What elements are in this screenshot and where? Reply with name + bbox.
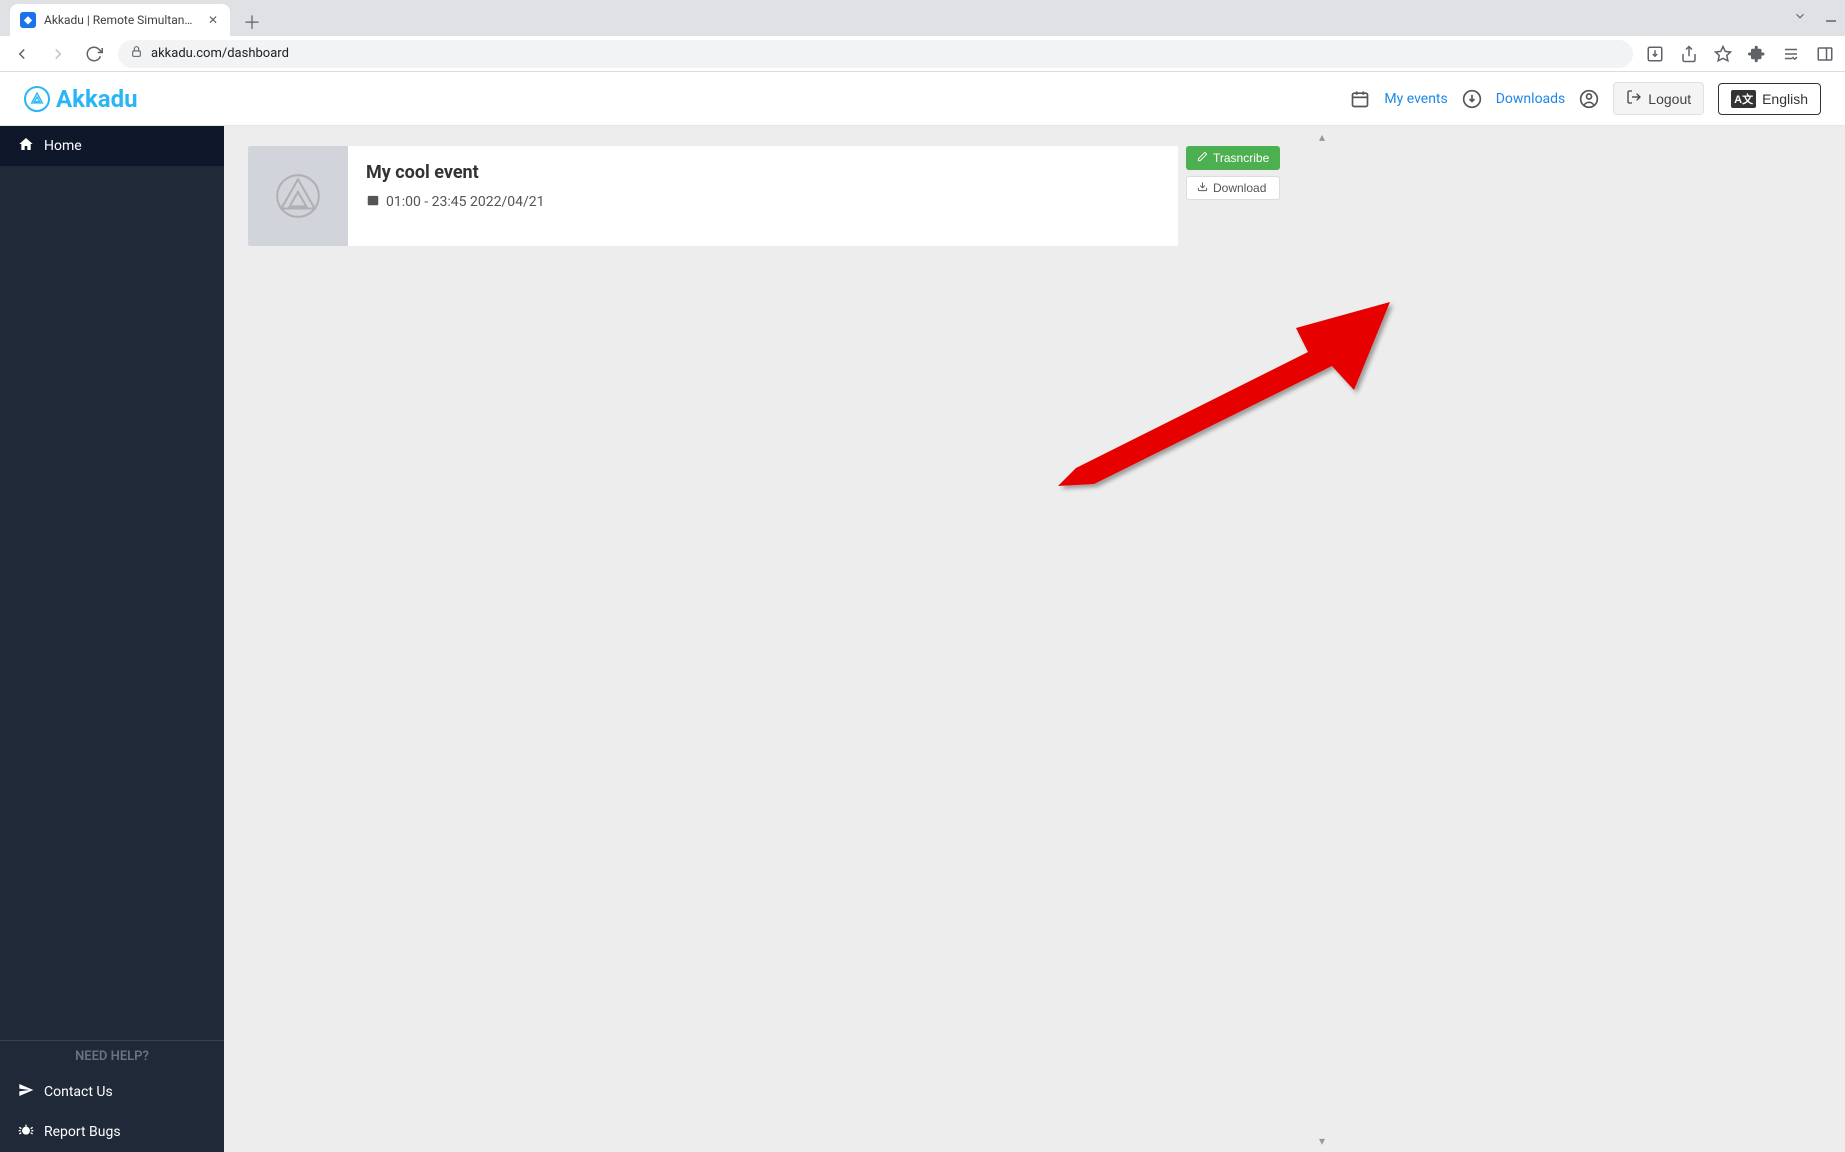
event-actions: Trasncribe Download (1186, 146, 1280, 200)
extensions-icon[interactable] (1747, 44, 1767, 64)
browser-toolbar: akkadu.com/dashboard (0, 36, 1845, 72)
my-events-label: My events (1384, 91, 1447, 107)
event-info: My cool event 01:00 - 23:45 2022/04/21 (348, 146, 563, 246)
event-time-text: 01:00 - 23:45 2022/04/21 (386, 194, 545, 210)
share-icon[interactable] (1679, 44, 1699, 64)
need-help-label: NEED HELP? (0, 1040, 224, 1072)
downloads-link[interactable]: Downloads (1496, 91, 1566, 107)
sidebar-item-report-bugs[interactable]: Report Bugs (0, 1112, 224, 1152)
main-content: ▴ ▾ My cool event 01:00 - 23:45 2022/0 (224, 126, 1845, 1152)
event-time: 01:00 - 23:45 2022/04/21 (366, 193, 545, 211)
event-card[interactable]: My cool event 01:00 - 23:45 2022/04/21 (248, 146, 1178, 246)
download-label: Download (1213, 181, 1266, 195)
transcribe-button[interactable]: Trasncribe (1186, 146, 1280, 170)
language-label: English (1762, 91, 1808, 107)
forward-button[interactable] (46, 42, 70, 66)
send-icon (18, 1082, 34, 1102)
install-icon[interactable] (1645, 44, 1665, 64)
logout-button[interactable]: Logout (1613, 82, 1704, 115)
brand-logo[interactable]: Akkadu (24, 85, 138, 113)
my-events-link[interactable]: My events (1384, 91, 1447, 107)
logout-label: Logout (1648, 91, 1691, 107)
header-right: My events Downloads Logout A文 English (1350, 82, 1821, 115)
scroll-down-icon[interactable]: ▾ (1319, 1134, 1325, 1148)
annotation-arrow (1038, 286, 1398, 506)
chevron-down-icon[interactable] (1793, 9, 1807, 27)
calendar-icon (1350, 89, 1370, 109)
brand-icon (24, 86, 50, 112)
back-button[interactable] (10, 42, 34, 66)
url-bar[interactable]: akkadu.com/dashboard (118, 40, 1633, 68)
event-title: My cool event (366, 162, 545, 183)
star-icon[interactable] (1713, 44, 1733, 64)
close-icon[interactable]: ✕ (206, 13, 220, 27)
sidebar: Home NEED HELP? Contact Us Report Bugs (0, 126, 224, 1152)
lock-icon (130, 45, 143, 62)
language-button[interactable]: A文 English (1718, 83, 1821, 115)
bug-icon (18, 1122, 34, 1142)
app-body: Home NEED HELP? Contact Us Report Bugs ▴… (0, 126, 1845, 1152)
downloads-label: Downloads (1496, 91, 1566, 107)
browser-chrome: ◆ Akkadu | Remote Simultaneou ✕ ＋ (0, 0, 1845, 72)
user-icon[interactable] (1579, 89, 1599, 109)
sidebar-contact-label: Contact Us (44, 1084, 113, 1100)
sidebar-item-home[interactable]: Home (0, 126, 224, 166)
pencil-icon (1197, 151, 1208, 165)
new-tab-button[interactable]: ＋ (238, 8, 266, 36)
transcribe-label: Trasncribe (1213, 151, 1269, 165)
sidebar-home-label: Home (44, 138, 82, 154)
logout-icon (1626, 89, 1642, 108)
tab-title: Akkadu | Remote Simultaneou (44, 13, 198, 27)
download-icon (1197, 181, 1208, 195)
favicon-icon: ◆ (20, 12, 36, 28)
scroll-up-icon[interactable]: ▴ (1319, 130, 1325, 144)
download-circle-icon (1462, 89, 1482, 109)
reading-list-icon[interactable] (1781, 44, 1801, 64)
window-controls (1793, 0, 1837, 36)
app-header: Akkadu My events Downloads Logout A文 Eng… (0, 72, 1845, 126)
sidebar-item-contact[interactable]: Contact Us (0, 1072, 224, 1112)
sidebar-bugs-label: Report Bugs (44, 1124, 121, 1140)
tab-strip: ◆ Akkadu | Remote Simultaneou ✕ ＋ (0, 0, 1845, 36)
event-row: My cool event 01:00 - 23:45 2022/04/21 (248, 146, 1821, 246)
browser-tab[interactable]: ◆ Akkadu | Remote Simultaneou ✕ (10, 4, 230, 36)
sidepanel-icon[interactable] (1815, 44, 1835, 64)
event-thumbnail (248, 146, 348, 246)
calendar-small-icon (366, 193, 380, 211)
download-button[interactable]: Download (1186, 176, 1280, 200)
reload-button[interactable] (82, 42, 106, 66)
brand-text: Akkadu (56, 85, 138, 113)
toolbar-right (1645, 44, 1835, 64)
minimize-icon[interactable] (1825, 10, 1837, 26)
language-icon: A文 (1731, 90, 1756, 108)
home-icon (18, 136, 34, 156)
url-text: akkadu.com/dashboard (151, 46, 289, 61)
